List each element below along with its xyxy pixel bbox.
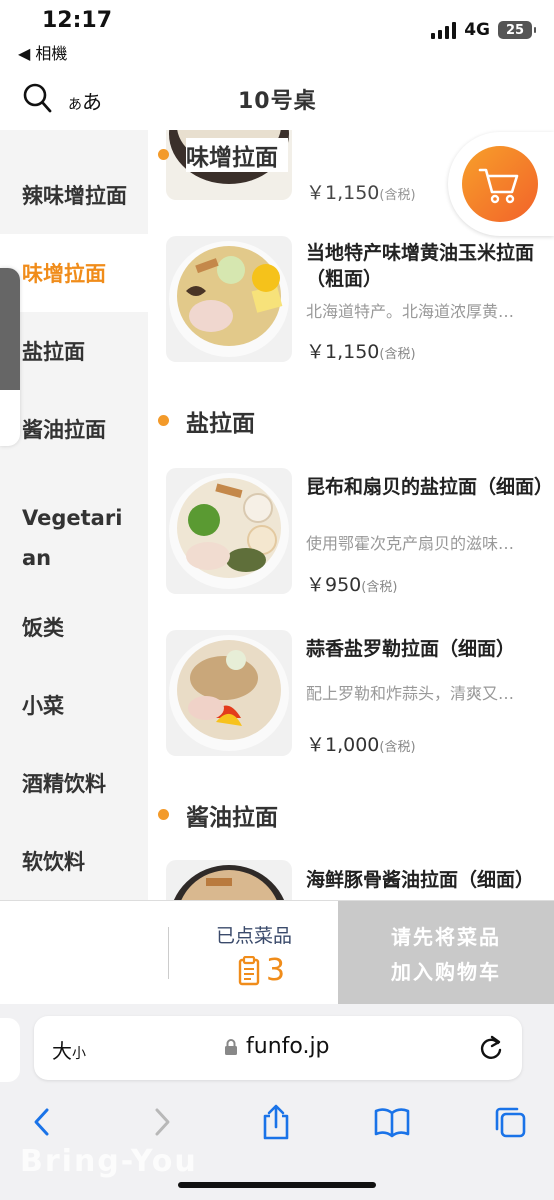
sidebar-item-salt[interactable]: 盐拉面 bbox=[0, 312, 148, 390]
dish-description: 使用鄂霍次克产扇贝的滋味… bbox=[306, 534, 515, 553]
section-dot bbox=[158, 415, 169, 426]
checkout-label-line1: 请先将菜品 bbox=[391, 925, 501, 949]
sidebar-item-vegetarian[interactable]: Vegetarian bbox=[0, 488, 136, 588]
back-to-app-link[interactable]: ◀ 相機 bbox=[18, 40, 67, 64]
url-text: funfo.jp bbox=[246, 1034, 330, 1059]
order-bar: 已点菜品 3 请先将菜品 加入购物车 bbox=[0, 900, 554, 1005]
dish-price: ￥1,000(含税) bbox=[306, 734, 416, 756]
dish-image[interactable] bbox=[166, 630, 292, 756]
sidebar-item-spicy-miso[interactable]: 辣味增拉面 bbox=[0, 156, 148, 234]
sidebar-item-rice[interactable]: 饭类 bbox=[0, 588, 148, 666]
dish-name[interactable]: 海鲜豚骨酱油拉面（细面） bbox=[306, 867, 552, 893]
menu-list[interactable]: ￥1,150(含税) 味增拉面 当地特产味增黄油玉米拉面（粗面） 北海道特产。北… bbox=[148, 130, 554, 900]
status-bar: 12:17 ◀ 相機 4G 25 bbox=[0, 0, 554, 70]
ordered-items-label[interactable]: 已点菜品 bbox=[216, 921, 292, 948]
status-time: 12:17 bbox=[42, 8, 113, 33]
battery-level: 25 bbox=[505, 22, 525, 38]
battery-icon: 25 bbox=[498, 21, 536, 39]
sidebar-item-soy[interactable]: 酱油拉面 bbox=[0, 390, 148, 468]
dish-name[interactable]: 蒜香盐罗勒拉面（细面） bbox=[306, 636, 552, 662]
category-sidebar: 辣味增拉面 味增拉面 盐拉面 酱油拉面 Vegetarian 饭类 小菜 酒精饮… bbox=[0, 130, 148, 900]
dish-price-partial: ￥1,150(含税) bbox=[306, 182, 416, 204]
watermark: Bring-You bbox=[20, 1144, 198, 1179]
section-dot bbox=[158, 149, 169, 160]
sidebar-item-side-dishes[interactable]: 小菜 bbox=[0, 666, 148, 744]
dish-name[interactable]: 昆布和扇贝的盐拉面（细面） bbox=[306, 474, 553, 500]
back-icon[interactable] bbox=[22, 1102, 62, 1142]
dish-price: ￥1,150(含税) bbox=[306, 341, 416, 363]
sidebar-item-miso[interactable]: 味增拉面 bbox=[0, 234, 148, 312]
dish-description: 配上罗勒和炸蒜头，清爽又… bbox=[306, 684, 515, 703]
ordered-items-button[interactable]: 3 bbox=[238, 953, 285, 988]
dish-price: ￥950(含税) bbox=[306, 574, 398, 596]
lock-icon bbox=[225, 1038, 237, 1055]
sidebar-item-soft-drinks[interactable]: 软饮料 bbox=[0, 822, 148, 900]
forward-icon[interactable] bbox=[142, 1102, 182, 1142]
dish-image[interactable] bbox=[166, 468, 292, 594]
address-bar[interactable]: 大小 funfo.jp bbox=[34, 1016, 522, 1080]
browser-nav bbox=[0, 1094, 554, 1144]
checkout-label-line2: 加入购物车 bbox=[391, 960, 501, 984]
dish-description: 北海道特产。北海道浓厚黄… bbox=[306, 302, 515, 321]
tabs-icon[interactable] bbox=[490, 1102, 530, 1142]
bookmarks-icon[interactable] bbox=[372, 1102, 412, 1142]
home-indicator[interactable] bbox=[178, 1182, 376, 1188]
section-title-soy: 酱油拉面 bbox=[186, 805, 278, 831]
dish-image[interactable] bbox=[166, 236, 292, 362]
section-title-miso: 味增拉面 bbox=[186, 138, 288, 172]
table-number: 10号桌 bbox=[238, 89, 317, 114]
signal-icon bbox=[431, 21, 457, 39]
dish-name[interactable]: 当地特产味增黄油玉米拉面（粗面） bbox=[306, 240, 552, 292]
url-display[interactable]: funfo.jp bbox=[224, 1034, 330, 1059]
clipboard-icon bbox=[238, 955, 260, 985]
text-size-button[interactable]: 大小 bbox=[52, 1035, 86, 1064]
ordered-count: 3 bbox=[266, 953, 286, 988]
section-title-salt: 盐拉面 bbox=[186, 411, 255, 437]
browser-toolbar: 大小 funfo.jp Bring-You bbox=[0, 1004, 554, 1200]
search-icon[interactable] bbox=[22, 82, 52, 114]
reload-icon[interactable] bbox=[478, 1034, 504, 1062]
divider bbox=[168, 927, 169, 979]
share-icon[interactable] bbox=[256, 1102, 296, 1142]
side-drawer-handle[interactable] bbox=[0, 268, 20, 446]
checkout-button[interactable]: 请先将菜品 加入购物车 bbox=[338, 901, 554, 1005]
network-type: 4G bbox=[464, 20, 490, 40]
cart-icon bbox=[462, 146, 538, 222]
section-dot bbox=[158, 809, 169, 820]
font-size-toggle[interactable]: ああ bbox=[68, 86, 102, 115]
dish-image[interactable] bbox=[166, 860, 292, 900]
app-header: ああ 10号桌 bbox=[0, 70, 554, 130]
sidebar-item-alcohol[interactable]: 酒精饮料 bbox=[0, 744, 148, 822]
previous-tab-stub[interactable] bbox=[0, 1018, 20, 1082]
status-indicators: 4G 25 bbox=[431, 20, 536, 40]
cart-button[interactable] bbox=[448, 132, 554, 236]
